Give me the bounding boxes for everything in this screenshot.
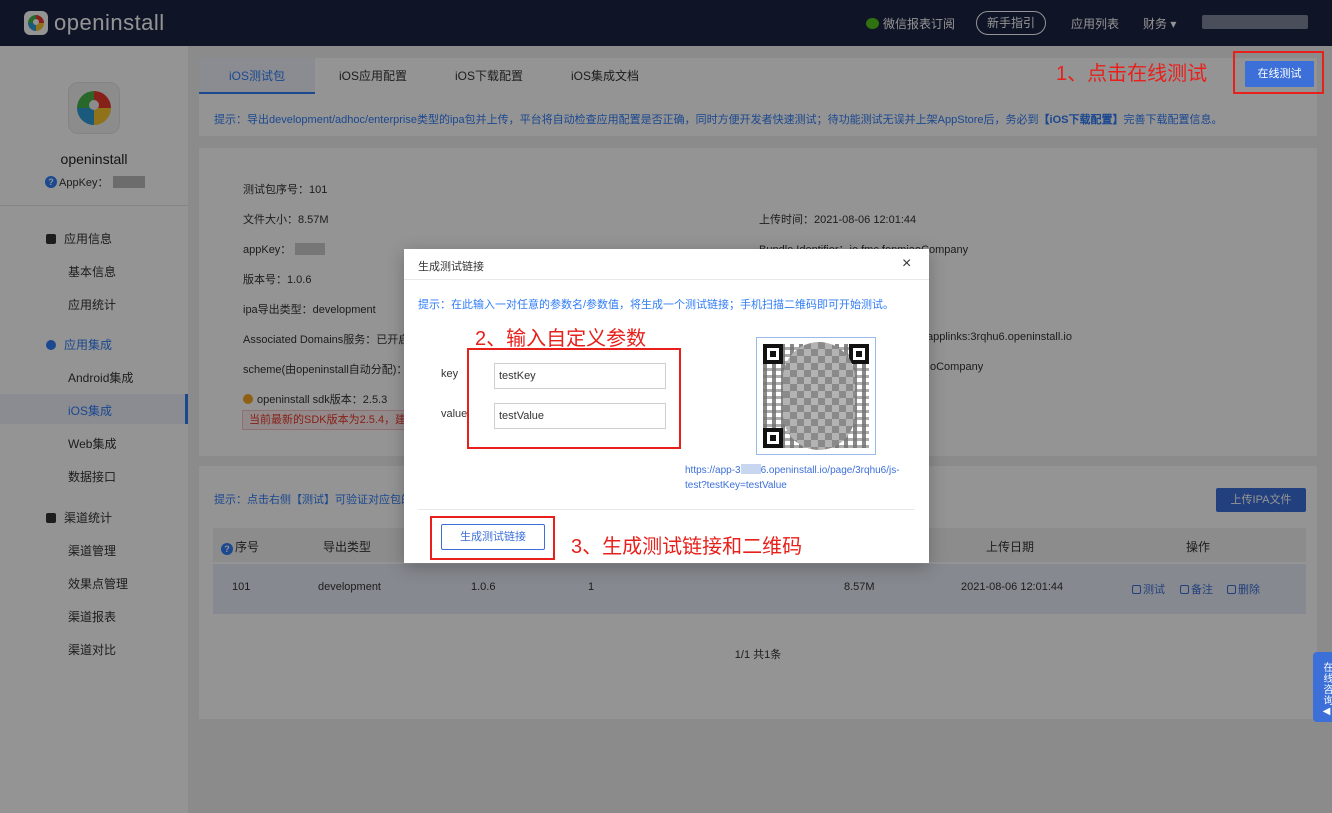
key-label: key [441,368,459,380]
link-blurred-part [740,464,761,474]
dialog-divider [404,279,929,280]
close-icon[interactable]: × [902,255,911,273]
step3-highlight-box [430,516,555,560]
dialog-tip: 提示：在此输入一对任意的参数名/参数值，将生成一个测试链接；手机扫描二维码即可开… [418,299,895,311]
test-link[interactable]: https://app-3 6.openinstall.io/page/3rqhu… [685,463,915,493]
step1-annotation: 1、点击在线测试 [1056,63,1208,85]
step2-annotation: 2、输入自定义参数 [475,328,647,350]
qr-code [756,337,876,455]
dialog-footer-divider [418,509,915,510]
test-link-prefix: https://app-3 [685,465,741,476]
step1-highlight-box [1233,51,1324,94]
step3-annotation: 3、生成测试链接和二维码 [571,536,803,558]
dialog-title: 生成测试链接 [418,261,484,273]
value-label: value [441,408,468,420]
qr-finder [763,344,783,364]
qr-finder [763,428,783,448]
online-consult-tab[interactable]: 在线咨询◀ [1313,652,1332,722]
qr-blurred-area [783,342,855,450]
qr-finder [849,344,869,364]
step2-highlight-box [467,348,681,449]
